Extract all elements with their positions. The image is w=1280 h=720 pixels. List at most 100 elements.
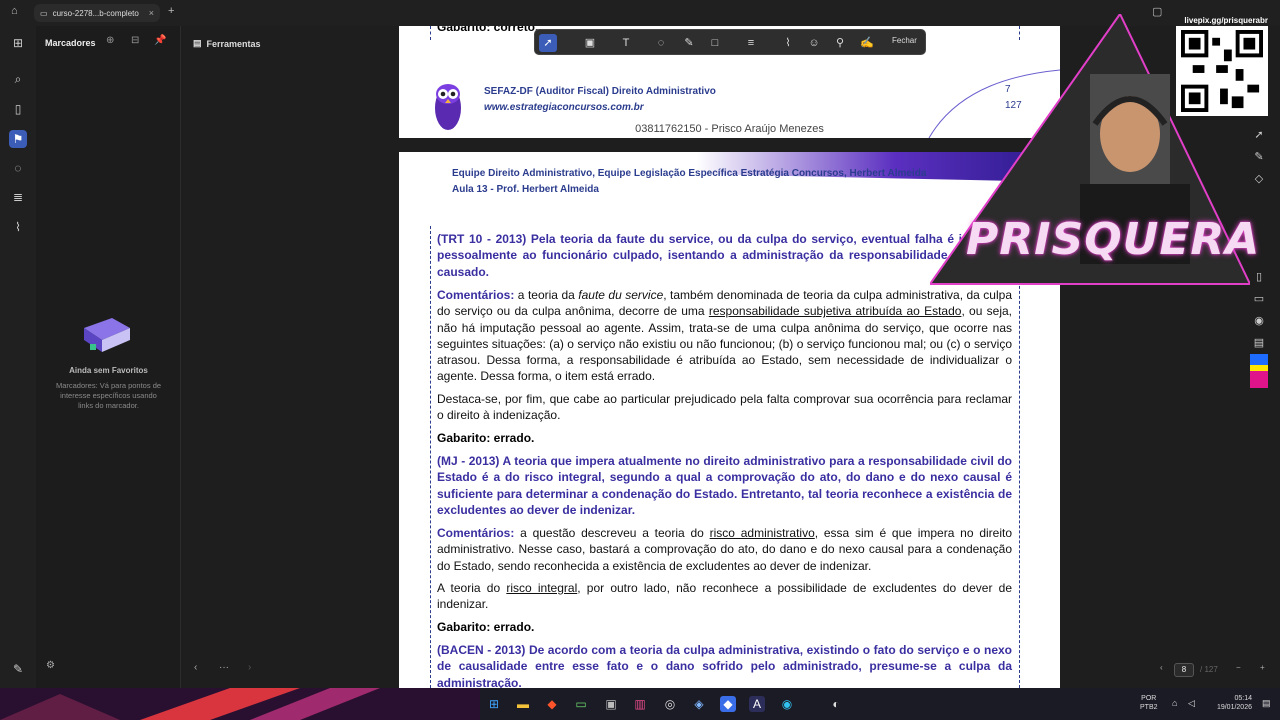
course-website: www.estrategiaconcursos.com.br <box>484 102 644 113</box>
notifications-icon[interactable]: ▤ <box>1262 698 1271 709</box>
comment-label: Comentários: <box>437 526 515 540</box>
answer-2: Gabarito: errado. <box>437 620 535 634</box>
lang-primary: POR <box>1141 695 1157 702</box>
tools-area: ▤ Ferramentas <box>181 26 399 688</box>
filter-icon[interactable]: ⚙ <box>46 660 55 671</box>
edge-browser-icon[interactable]: ◉ <box>779 696 795 712</box>
app-icon[interactable]: ◆ <box>720 696 736 712</box>
panel-title: Marcadores <box>45 38 96 48</box>
question-2: (MJ - 2013) A teoria que impera atualmen… <box>437 454 1012 517</box>
camera-icon[interactable]: ◉ <box>1250 314 1268 332</box>
course-title: SEFAZ-DF (Auditor Fiscal) Direito Admini… <box>484 86 716 97</box>
app-icon[interactable]: ▥ <box>632 696 648 712</box>
border-left <box>430 26 431 40</box>
close-button[interactable]: Fechar <box>892 36 917 45</box>
toolbox-icon: ▤ <box>193 38 202 48</box>
tools-label: Ferramentas <box>206 38 261 49</box>
book-illustration-icon <box>84 318 130 352</box>
network-icon[interactable]: ⌂ <box>1172 698 1177 708</box>
answer-1: Gabarito: errado. <box>437 431 535 445</box>
tools-button[interactable]: ▤ Ferramentas <box>193 38 261 49</box>
new-tab-icon[interactable]: + <box>168 5 174 17</box>
file-explorer-icon[interactable]: ▬ <box>515 696 531 712</box>
attachment-icon[interactable]: ⌇ <box>9 218 27 236</box>
pages-icon[interactable]: ▯ <box>9 100 27 118</box>
left-icon-rail: ⊞ ⌕ ▯ ⚑ ◌ ≣ ⌇ ✎ <box>0 26 36 688</box>
windows-start-icon[interactable]: ⊞ <box>486 696 502 712</box>
brave-browser-icon[interactable]: ◆ <box>544 696 560 712</box>
total-pages: / 127 <box>1200 665 1218 674</box>
shape-tool-icon[interactable]: □ <box>706 34 724 52</box>
current-page-input[interactable]: 8 <box>1174 663 1194 677</box>
stamp-tool-icon[interactable]: ⚲ <box>831 34 849 52</box>
app-icon[interactable]: ▣ <box>603 696 619 712</box>
pdf-reader-icon[interactable]: A <box>749 696 765 712</box>
comment-text: a teoria da <box>514 288 579 302</box>
next-arrow-icon[interactable]: › <box>248 662 251 673</box>
clipboard-icon[interactable]: ▤ <box>1250 336 1268 354</box>
bookmark-icon[interactable]: ⚑ <box>9 130 27 148</box>
sign-tool-icon[interactable]: ✍ <box>858 34 876 52</box>
keyboard-language[interactable]: POR PTB2 <box>1140 694 1158 712</box>
monitor-icon[interactable]: ▭ <box>1250 292 1268 310</box>
sticker-tool-icon[interactable]: ☺ <box>805 34 823 52</box>
pointer-icon[interactable]: ➚ <box>1250 128 1268 146</box>
select-tool-icon[interactable]: ➚ <box>539 34 557 52</box>
comment-text: a questão descreveu a teoria do <box>514 526 710 540</box>
page-navigator: ‹ 8 / 127 − + <box>1156 662 1276 678</box>
comment-label: Comentários: <box>437 288 515 302</box>
delete-bookmark-icon[interactable]: ⊟ <box>131 35 139 46</box>
document-icon: ▭ <box>40 8 48 18</box>
zoom-in-icon[interactable]: + <box>1260 663 1265 672</box>
app-icon[interactable]: ◈ <box>691 696 707 712</box>
text-tool-icon[interactable]: T <box>617 34 635 52</box>
obs-icon[interactable]: ◎ <box>662 696 678 712</box>
layout-tool-icon[interactable]: ▣ <box>581 34 599 52</box>
pin-icon[interactable]: 📌 <box>154 35 166 46</box>
highlight-tool-icon[interactable]: ≡ <box>742 34 760 52</box>
clock[interactable]: 05:14 19/01/2026 <box>1206 694 1252 712</box>
home-icon[interactable]: ⌂ <box>11 5 18 17</box>
left-pager: ‹ ··· › <box>190 662 260 678</box>
comment-tool-icon[interactable]: ◌ <box>652 34 670 52</box>
comments-icon[interactable]: ◌ <box>9 159 27 177</box>
question-1: (TRT 10 - 2013) Pela teoria da faute du … <box>437 232 1012 279</box>
taskbar: ⊞ ▬ ◆ ▭ ▣ ▥ ◎ ◈ ◆ A ◉ ◐ POR PTB2 ⌂ ◁ 05:… <box>0 688 1280 720</box>
apps-grid-icon[interactable]: ⊞ <box>9 34 27 52</box>
paragraph: A teoria do risco integral, por outro la… <box>437 580 1012 613</box>
prev-page-icon[interactable]: ‹ <box>1160 663 1163 672</box>
tab-title: curso-2278...b-completo <box>52 8 139 18</box>
draw-tool-icon[interactable]: ✎ <box>680 34 698 52</box>
layers-icon[interactable]: ≣ <box>9 188 27 206</box>
right-tools: ➚ ✎ ◇ ▯ ▭ ◉ ▤ <box>1248 100 1270 390</box>
pen-icon[interactable]: ✎ <box>1250 150 1268 168</box>
empty-state-description: Marcadores: Vá para pontos de interesse … <box>55 381 162 410</box>
zoom-out-icon[interactable]: − <box>1236 663 1241 672</box>
lesson-heading: Aula 13 - Prof. Herbert Almeida <box>452 184 599 195</box>
app-icon[interactable]: ◐ <box>828 696 844 712</box>
comment-underline: responsabilidade subjetiva atribuída ao … <box>708 304 962 319</box>
comment-italic: faute du service <box>578 288 664 302</box>
add-bookmark-icon[interactable]: ⊕ <box>106 35 114 46</box>
question-3: (BACEN - 2013) De acordo com a teoria da… <box>437 643 1012 688</box>
app-icon[interactable]: ▭ <box>573 696 589 712</box>
browser-tab[interactable]: ▭ curso-2278...b-completo × <box>34 4 160 22</box>
paragraph-underline: risco integral <box>506 581 578 595</box>
prev-arrow-icon[interactable]: ‹ <box>194 662 197 673</box>
settings-icon[interactable]: ✎ <box>9 660 27 678</box>
comment-2: Comentários: a questão descreveu a teori… <box>437 525 1012 574</box>
color-palette[interactable] <box>1250 354 1268 388</box>
volume-icon[interactable]: ◁ <box>1188 698 1195 709</box>
empty-state-title: Ainda sem Favoritos <box>69 366 148 375</box>
attach-tool-icon[interactable]: ⌇ <box>779 34 797 52</box>
comment-underline: risco administrativo <box>709 526 815 540</box>
paragraph-text: A teoria do <box>437 581 507 595</box>
search-icon[interactable]: ⌕ <box>9 70 27 88</box>
clock-date: 19/01/2026 <box>1216 704 1252 711</box>
tab-close-icon[interactable]: × <box>149 8 154 18</box>
trash-icon[interactable]: ▯ <box>1250 270 1268 288</box>
annotation-toolbar: ➚ ▣ T ◌ ✎ □ ≡ ⌇ ☺ ⚲ ✍ Fechar <box>534 29 926 55</box>
eraser-icon[interactable]: ◇ <box>1250 172 1268 190</box>
more-icon[interactable]: ··· <box>219 662 229 673</box>
paragraph: Destaca-se, por fim, que cabe ao particu… <box>437 392 1012 423</box>
